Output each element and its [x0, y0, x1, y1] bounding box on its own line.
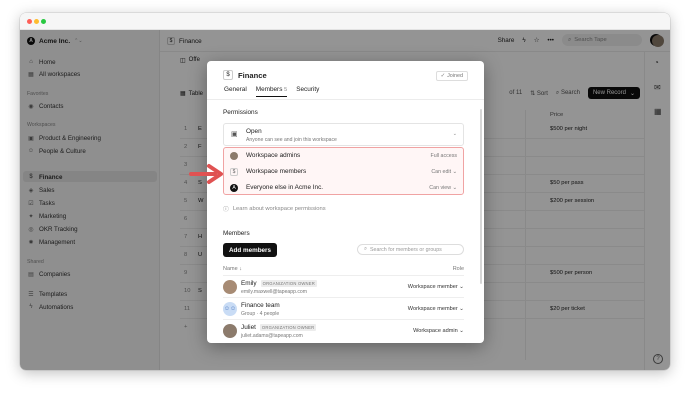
- group-size: Group · 4 people: [241, 311, 280, 317]
- modal-tabs: General Members 5 Security: [224, 86, 319, 97]
- member-name-text: Emily: [241, 280, 257, 287]
- member-name: Juliet ORGANIZATION OWNER: [241, 324, 317, 331]
- member-role: Workspace member: [407, 306, 458, 312]
- tab-members-label: Members: [255, 86, 283, 93]
- check-icon: ✓: [440, 73, 446, 79]
- member-name-text: Juliet: [241, 324, 256, 331]
- permission-level: Full access: [430, 153, 458, 159]
- joined-label: Joined: [447, 73, 463, 79]
- member-name: Emily ORGANIZATION OWNER: [241, 280, 318, 287]
- member-row: ☺☺ Finance team Group · 4 people Workspa…: [223, 297, 464, 319]
- workspace-visibility-select[interactable]: ▣ Open Anyone can see and join this work…: [223, 123, 464, 146]
- close-window-button[interactable]: [27, 19, 32, 24]
- tab-security[interactable]: Security: [296, 86, 319, 97]
- member-row: Juliet ORGANIZATION OWNER juliet.adams@t…: [223, 319, 464, 341]
- members-count-badge: 5: [284, 87, 288, 93]
- annotation-arrow-icon: [189, 164, 223, 184]
- role-column-header: Role: [452, 266, 464, 272]
- member-role-select[interactable]: Workspace admin ⌄: [413, 328, 464, 334]
- permission-row-everyone: A Everyone else in Acme Inc. Can view ⌄: [224, 180, 463, 196]
- modal-scrollbar[interactable]: [480, 109, 482, 284]
- permission-level-select[interactable]: Can view ⌄: [429, 185, 457, 191]
- modal-title: $ Finance: [223, 70, 267, 80]
- permission-label: Workspace members: [246, 168, 307, 175]
- zoom-window-button[interactable]: [41, 19, 46, 24]
- permission-label: Workspace admins: [246, 152, 301, 159]
- learn-permissions-link[interactable]: ⓘ Learn about workspace permissions: [223, 204, 326, 214]
- member-search-placeholder: Search for members or groups: [369, 246, 442, 253]
- owner-badge: ORGANIZATION OWNER: [259, 324, 317, 331]
- learn-link-text: Learn about workspace permissions: [232, 205, 326, 212]
- avatar: [223, 324, 237, 338]
- member-row: Emily ORGANIZATION OWNER emily.maxwell@t…: [223, 275, 464, 297]
- permission-level: Can edit: [431, 169, 452, 175]
- dollar-icon: $: [230, 168, 238, 176]
- group-icon: ☺☺: [223, 302, 237, 316]
- member-email: juliet.adams@tapeapp.com: [241, 333, 303, 339]
- member-email: emily.maxwell@tapeapp.com: [241, 289, 307, 295]
- modal-title-text: Finance: [238, 70, 267, 80]
- chevron-down-icon: ⌄: [452, 131, 457, 137]
- visibility-title: Open: [246, 128, 262, 135]
- org-logo-icon: A: [230, 184, 238, 192]
- add-members-button[interactable]: Add members: [223, 243, 277, 257]
- permission-row-admins: Workspace admins Full access: [224, 148, 463, 164]
- avatar: [223, 280, 237, 294]
- members-table-header: Name ↓ Role: [223, 266, 464, 272]
- info-icon: ⓘ: [223, 207, 229, 213]
- admin-avatar: [230, 152, 238, 160]
- member-name: Finance team: [241, 302, 280, 309]
- name-header-label: Name: [223, 266, 238, 272]
- joined-button[interactable]: ✓ Joined: [435, 71, 468, 81]
- tab-members[interactable]: Members 5: [255, 86, 288, 97]
- permissions-heading: Permissions: [223, 109, 258, 116]
- permission-label: Everyone else in Acme Inc.: [246, 184, 324, 191]
- member-role: Workspace member: [407, 284, 458, 290]
- permission-row-members: $ Workspace members Can edit ⌄: [224, 164, 463, 180]
- tabs-divider: [207, 99, 484, 100]
- member-name-text: Finance team: [241, 302, 280, 309]
- tab-general[interactable]: General: [224, 86, 247, 97]
- dollar-icon: $: [223, 70, 233, 80]
- workspace-settings-modal: $ Finance ✓ Joined General Members 5 Sec…: [207, 61, 484, 343]
- member-role-select[interactable]: Workspace member ⌄: [408, 306, 464, 312]
- member-role-select[interactable]: Workspace member ⌄: [408, 284, 464, 290]
- name-column-header[interactable]: Name ↓: [223, 266, 242, 272]
- owner-badge: ORGANIZATION OWNER: [260, 280, 318, 287]
- building-icon: ▣: [231, 131, 238, 138]
- search-icon: ⌕: [364, 246, 367, 252]
- window-titlebar: [20, 13, 670, 30]
- member-search-input[interactable]: ⌕ Search for members or groups: [357, 244, 464, 255]
- minimize-window-button[interactable]: [34, 19, 39, 24]
- members-heading: Members: [223, 230, 250, 237]
- permission-level-select[interactable]: Can edit ⌄: [431, 169, 457, 175]
- permission-levels: Workspace admins Full access $ Workspace…: [223, 147, 464, 195]
- member-role: Workspace admin: [413, 328, 458, 334]
- visibility-subtitle: Anyone can see and join this workspace: [246, 137, 337, 143]
- permission-level: Can view: [429, 185, 452, 191]
